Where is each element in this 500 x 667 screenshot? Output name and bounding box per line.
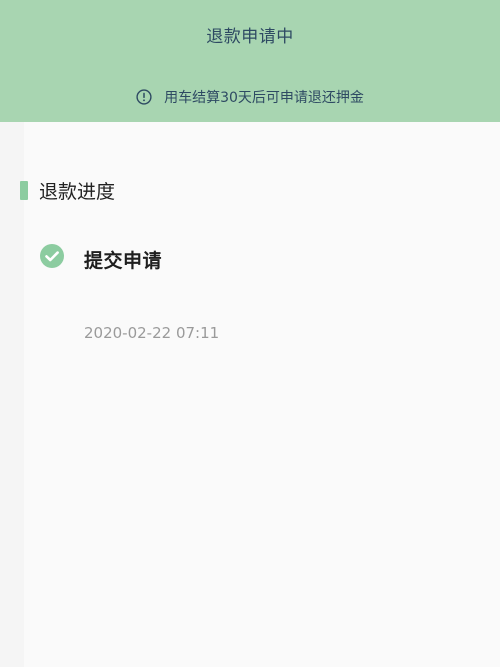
refund-notice: 用车结算30天后可申请退还押金 bbox=[0, 87, 500, 107]
notice-text: 用车结算30天后可申请退还押金 bbox=[164, 90, 364, 106]
progress-panel: 退款进度 提交申请 2020-02-22 07:11 bbox=[0, 122, 500, 667]
progress-section-header: 退款进度 bbox=[20, 177, 115, 204]
header-banner: 退款申请中 用车结算30天后可申请退还押金 bbox=[0, 0, 500, 122]
step-timestamp: 2020-02-22 07:11 bbox=[84, 324, 220, 342]
section-accent-bar bbox=[20, 181, 28, 200]
page-title: 退款申请中 bbox=[206, 27, 294, 47]
section-title: 退款进度 bbox=[39, 181, 116, 203]
step-title: 提交申请 bbox=[84, 250, 163, 272]
check-circle-icon bbox=[40, 244, 64, 268]
info-icon bbox=[136, 89, 152, 105]
